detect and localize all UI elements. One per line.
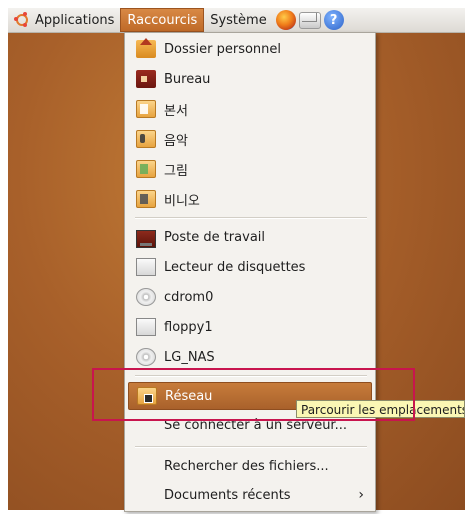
menu-item-floppy1[interactable]: floppy1	[128, 313, 372, 341]
menu-item-music-folder[interactable]: 음악	[128, 125, 372, 153]
raccourcis-dropdown: Dossier personnel Bureau 본서 음악 그림 비니오 Po…	[124, 32, 376, 512]
menu-item-label: Dossier personnel	[164, 41, 282, 57]
menu-item-label: Rechercher des fichiers...	[164, 458, 329, 474]
floppy-icon	[136, 318, 156, 336]
menu-item-label: 음악	[164, 133, 188, 149]
menu-item-pictures-folder[interactable]: 그림	[128, 155, 372, 183]
menu-item-dossier-personnel[interactable]: Dossier personnel	[128, 35, 372, 63]
floppy-drive-icon	[136, 258, 156, 276]
systeme-label: Système	[210, 12, 267, 28]
menu-separator	[135, 446, 367, 448]
submenu-arrow-icon: ›	[358, 487, 364, 503]
menu-item-label: 본서	[164, 103, 188, 119]
folder-icon	[136, 100, 156, 118]
music-folder-icon	[136, 130, 156, 148]
menu-item-lg-nas[interactable]: LG_NAS	[128, 343, 372, 371]
menu-item-label: floppy1	[164, 319, 213, 335]
menu-item-lecteur-de-disquettes[interactable]: Lecteur de disquettes	[128, 253, 372, 281]
menu-item-label: cdrom0	[164, 289, 214, 305]
menu-item-label: Lecteur de disquettes	[164, 259, 306, 275]
help-icon[interactable]: ?	[323, 10, 344, 30]
menu-item-label: LG_NAS	[164, 349, 215, 365]
desktop-folder-icon	[136, 70, 156, 88]
menu-item-label: Poste de travail	[164, 229, 266, 245]
menu-item-documents-folder[interactable]: 본서	[128, 95, 372, 123]
menu-item-rechercher-des-fichiers[interactable]: Rechercher des fichiers...	[128, 452, 372, 480]
menu-item-cdrom0[interactable]: cdrom0	[128, 283, 372, 311]
systeme-menu[interactable]: Système	[204, 8, 272, 32]
menu-item-label: Documents récents	[164, 487, 291, 503]
annotation-highlight-box	[92, 368, 415, 421]
menu-item-label: 그림	[164, 163, 188, 179]
firefox-icon[interactable]	[275, 10, 296, 30]
applications-label: Applications	[35, 12, 115, 28]
pictures-folder-icon	[136, 160, 156, 178]
menu-separator	[135, 217, 367, 219]
menu-item-documents-recents[interactable]: Documents récents ›	[128, 481, 372, 509]
videos-folder-icon	[136, 190, 156, 208]
raccourcis-label: Raccourcis	[127, 12, 198, 28]
menu-item-label: 비니오	[164, 193, 200, 209]
mail-icon[interactable]	[298, 11, 321, 29]
menu-item-videos-folder[interactable]: 비니오	[128, 185, 372, 213]
menu-item-poste-de-travail[interactable]: Poste de travail	[128, 223, 372, 251]
cdrom-icon	[136, 348, 156, 366]
top-panel: Applications Raccourcis Système ?	[8, 8, 465, 33]
ubuntu-logo-icon	[14, 12, 30, 28]
raccourcis-menu[interactable]: Raccourcis	[120, 8, 205, 32]
cdrom-icon	[136, 288, 156, 306]
applications-menu[interactable]: Applications	[8, 8, 120, 32]
computer-icon	[136, 230, 156, 248]
menu-item-label: Bureau	[164, 71, 211, 87]
home-folder-icon	[136, 38, 156, 58]
menu-item-bureau[interactable]: Bureau	[128, 65, 372, 93]
